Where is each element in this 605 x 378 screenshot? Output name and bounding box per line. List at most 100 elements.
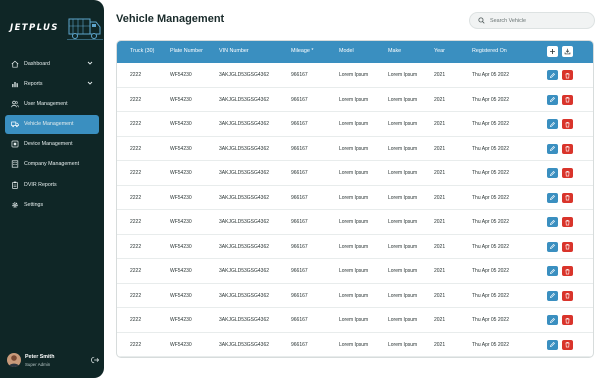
sidebar-item-label: DVIR Reports bbox=[24, 181, 57, 188]
cell-mileage: 966167 bbox=[291, 317, 308, 323]
edit-button[interactable] bbox=[547, 241, 558, 252]
cell-model: Lorem Ipsum bbox=[339, 72, 369, 78]
delete-button[interactable] bbox=[562, 266, 573, 276]
cell-registered-on: Thu Apr 05 2022 bbox=[472, 268, 509, 274]
chevron-down-icon[interactable] bbox=[87, 80, 93, 86]
edit-button[interactable] bbox=[547, 70, 558, 80]
sidebar-item-dvir-reports[interactable]: DVIR Reports bbox=[5, 175, 99, 194]
cell-make: Lorem Ipsum bbox=[388, 170, 418, 176]
sidebar-item-dashboard[interactable]: Dashboard bbox=[5, 54, 99, 73]
edit-icon bbox=[550, 121, 555, 127]
table-row[interactable]: 2222 WF54230 3AKJGLD53GSG4362 966167 Lorem I… bbox=[117, 235, 593, 259]
table-row[interactable]: 2222 WF54230 3AKJGLD53GSG4362 966167 Lorem I… bbox=[117, 112, 593, 137]
search-input[interactable] bbox=[490, 17, 590, 24]
table-row[interactable]: 2222 WF54230 3AKJGLD53GSG4362 966167 Lorem I… bbox=[117, 333, 593, 357]
cell-vin-number: 3AKJGLD53GSG4362 bbox=[219, 72, 270, 78]
edit-button[interactable] bbox=[547, 143, 558, 154]
cell-vin-number: 3AKJGLD53GSG4362 bbox=[219, 219, 270, 225]
device-icon bbox=[11, 140, 19, 148]
delete-button[interactable] bbox=[562, 70, 573, 80]
table-row[interactable]: 2222 WF54230 3AKJGLD53GSG4362 966167 Lorem I… bbox=[117, 88, 593, 112]
delete-button[interactable] bbox=[562, 143, 573, 154]
sidebar-item-user-management[interactable]: User Management bbox=[5, 94, 99, 113]
table-row[interactable]: 2222 WF54230 3AKJGLD53GSG4362 966167 Lorem I… bbox=[117, 284, 593, 308]
delete-icon bbox=[565, 341, 570, 348]
delete-button[interactable] bbox=[562, 119, 573, 129]
delete-icon bbox=[565, 292, 570, 299]
edit-icon bbox=[550, 293, 555, 298]
edit-button[interactable] bbox=[547, 315, 558, 325]
table-row[interactable]: 2222 WF54230 3AKJGLD53GSG4362 966167 Lorem I… bbox=[117, 63, 593, 88]
edit-icon bbox=[550, 268, 555, 274]
gear-icon bbox=[11, 201, 19, 209]
search-icon bbox=[478, 17, 485, 24]
cell-registered-on: Thu Apr 05 2022 bbox=[472, 243, 509, 250]
sidebar-item-vehicle-management[interactable]: Vehicle Management bbox=[5, 114, 99, 134]
cell-make: Lorem Ipsum bbox=[388, 219, 418, 225]
sidebar-item-company-management[interactable]: Company Management bbox=[5, 155, 99, 174]
cell-make: Lorem Ipsum bbox=[388, 194, 418, 201]
sidebar-item-reports[interactable]: Reports bbox=[5, 74, 99, 93]
cell-truck: 2222 bbox=[130, 317, 142, 323]
table-header: Truck (30) Plate Number VIN Number Mileage … bbox=[117, 41, 593, 63]
logo[interactable]: JETPLUS bbox=[0, 10, 104, 46]
table-row[interactable]: 2222 WF54230 3AKJGLD53GSG4362 966167 Lorem I… bbox=[117, 161, 593, 186]
cell-model: Lorem Ipsum bbox=[339, 219, 369, 225]
cell-truck: 2222 bbox=[130, 341, 142, 348]
edit-icon bbox=[550, 219, 555, 225]
cell-year: 2021 bbox=[434, 292, 446, 299]
cell-make: Lorem Ipsum bbox=[388, 317, 418, 323]
sidebar-item-device-management[interactable]: Device Management bbox=[5, 135, 99, 154]
table-row[interactable]: 2222 WF54230 3AKJGLD53GSG4362 966167 Lorem I… bbox=[117, 137, 593, 161]
cell-make: Lorem Ipsum bbox=[388, 268, 418, 274]
cell-plate-number: WF54230 bbox=[170, 317, 192, 323]
column-header-vin-number[interactable]: VIN Number bbox=[219, 48, 249, 54]
edit-button[interactable] bbox=[547, 94, 558, 105]
delete-button[interactable] bbox=[562, 192, 573, 203]
cell-registered-on: Thu Apr 05 2022 bbox=[472, 145, 509, 152]
cell-truck: 2222 bbox=[130, 219, 142, 225]
column-header-plate-number[interactable]: Plate Number bbox=[170, 48, 203, 54]
delete-button[interactable] bbox=[562, 290, 573, 301]
cell-model: Lorem Ipsum bbox=[339, 292, 369, 299]
logout-icon[interactable] bbox=[91, 356, 99, 364]
table-row[interactable]: 2222 WF54230 3AKJGLD53GSG4362 966167 Lorem I… bbox=[117, 308, 593, 333]
user-profile[interactable]: Peter Smith Super Admin bbox=[7, 353, 99, 369]
delete-button[interactable] bbox=[562, 241, 573, 252]
edit-button[interactable] bbox=[547, 266, 558, 276]
cell-make: Lorem Ipsum bbox=[388, 96, 418, 103]
search-box[interactable] bbox=[469, 12, 595, 29]
add-vehicle-button[interactable] bbox=[547, 46, 558, 57]
column-header-registered-on[interactable]: Registered On bbox=[472, 48, 507, 54]
edit-button[interactable] bbox=[547, 119, 558, 129]
chevron-down-icon[interactable] bbox=[87, 60, 93, 66]
chart-bar-icon bbox=[11, 80, 19, 88]
column-header-truck[interactable]: Truck (30) bbox=[130, 48, 154, 54]
sidebar-item-settings[interactable]: Settings bbox=[5, 195, 99, 214]
sidebar: JETPLUS Dashboard Reports User Management V… bbox=[0, 0, 104, 378]
edit-button[interactable] bbox=[547, 339, 558, 350]
delete-button[interactable] bbox=[562, 168, 573, 178]
delete-button[interactable] bbox=[562, 217, 573, 227]
cell-vin-number: 3AKJGLD53GSG4362 bbox=[219, 96, 270, 103]
column-header-mileage[interactable]: Mileage * bbox=[291, 48, 313, 54]
edit-button[interactable] bbox=[547, 192, 558, 203]
cell-plate-number: WF54230 bbox=[170, 268, 192, 274]
edit-button[interactable] bbox=[547, 290, 558, 301]
column-header-make[interactable]: Make bbox=[388, 48, 401, 54]
download-button[interactable] bbox=[562, 46, 573, 57]
table-row[interactable]: 2222 WF54230 3AKJGLD53GSG4362 966167 Lorem I… bbox=[117, 186, 593, 210]
column-header-model[interactable]: Model bbox=[339, 48, 354, 54]
delete-button[interactable] bbox=[562, 94, 573, 105]
edit-button[interactable] bbox=[547, 168, 558, 178]
cell-truck: 2222 bbox=[130, 72, 142, 78]
table-row[interactable]: 2222 WF54230 3AKJGLD53GSG4362 966167 Lorem I… bbox=[117, 210, 593, 235]
table-row[interactable]: 2222 WF54230 3AKJGLD53GSG4362 966167 Lorem I… bbox=[117, 259, 593, 284]
column-header-year[interactable]: Year bbox=[434, 48, 445, 54]
edit-button[interactable] bbox=[547, 217, 558, 227]
delete-icon bbox=[565, 72, 570, 78]
cell-registered-on: Thu Apr 05 2022 bbox=[472, 170, 509, 176]
cell-truck: 2222 bbox=[130, 243, 142, 250]
delete-button[interactable] bbox=[562, 315, 573, 325]
delete-button[interactable] bbox=[562, 339, 573, 350]
